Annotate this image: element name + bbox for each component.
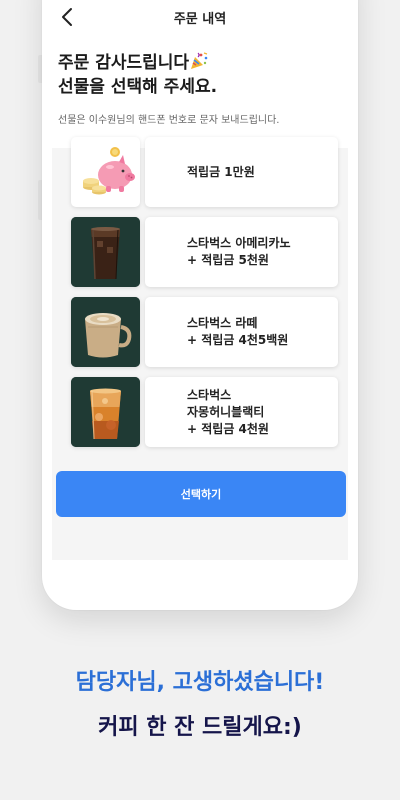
caption-headline: 담당자님, 고생하셨습니다!: [75, 670, 325, 695]
sms-notice: 선물은 이수원님의 핸드폰 번호로 문자 보내드립니다.: [58, 115, 280, 126]
caption-subline: 커피 한 잔 드릴게요:): [98, 715, 302, 740]
gift-option-label: 스타벅스 자몽허니블랙티 + 적립금 4천원: [187, 387, 269, 436]
gift-option-card[interactable]: 스타벅스 라떼 + 적립금 4천5백원: [145, 297, 338, 367]
grapefruit-tea-image: [71, 377, 140, 447]
order-header: 주문 감사드립니다 선물을 선택해 주세요. 선물은 이수원님의 핸드폰 번호로…: [52, 38, 348, 148]
gift-option-grapefruit-tea[interactable]: 스타벅스 자몽허니블랙티 + 적립금 4천원: [71, 377, 338, 447]
latte-image: [71, 297, 140, 367]
party-popper-icon: [189, 52, 209, 70]
headline-line1: 주문 감사드립니다: [58, 53, 190, 73]
phone-frame: 주문 내역 주문 감사드립니다 선물을 선택해 주세요. 선물은 이수원님의 핸…: [42, 0, 358, 610]
gift-option-latte[interactable]: 스타벅스 라떼 + 적립금 4천5백원: [71, 297, 338, 367]
navigation-bar: 주문 내역: [52, 0, 348, 38]
gift-option-americano[interactable]: 스타벅스 아메리카노 + 적립금 5천원: [71, 217, 338, 287]
gift-option-label: 스타벅스 아메리카노 + 적립금 5천원: [187, 236, 291, 267]
gift-option-points[interactable]: 적립금 1만원: [71, 137, 338, 207]
gift-option-card[interactable]: 스타벅스 자몽허니블랙티 + 적립금 4천원: [145, 377, 338, 447]
gift-option-label: 적립금 1만원: [187, 164, 255, 179]
headline-line2: 선물을 선택해 주세요.: [58, 77, 218, 97]
iced-americano-image: [71, 217, 140, 287]
app-screen: 주문 내역 주문 감사드립니다 선물을 선택해 주세요. 선물은 이수원님의 핸…: [52, 0, 348, 560]
select-button[interactable]: 선택하기: [56, 471, 346, 517]
gift-option-card[interactable]: 적립금 1만원: [145, 137, 338, 207]
headline: 주문 감사드립니다 선물을 선택해 주세요.: [58, 51, 217, 99]
piggy-bank-image: [71, 137, 140, 207]
gift-option-card[interactable]: 스타벅스 아메리카노 + 적립금 5천원: [145, 217, 338, 287]
page-title: 주문 내역: [173, 12, 227, 27]
gift-option-label: 스타벅스 라떼 + 적립금 4천5백원: [187, 316, 289, 347]
